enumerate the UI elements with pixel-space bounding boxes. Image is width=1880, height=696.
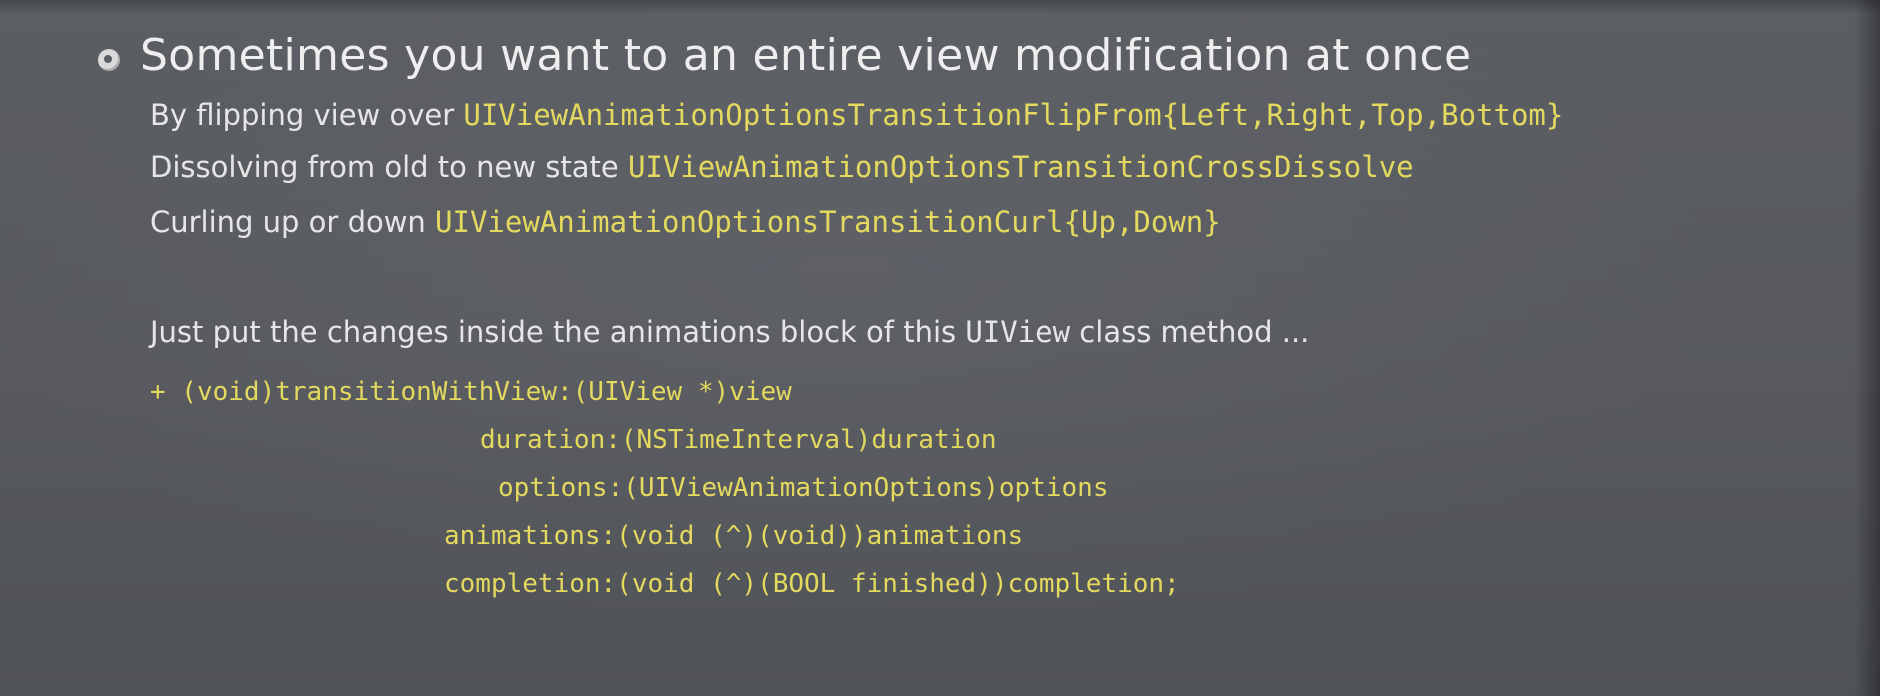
transition-dissolve-line: Dissolving from old to new state UIViewA… xyxy=(150,150,1414,184)
line-text: By flipping view over xyxy=(150,98,464,132)
line-text: Curling up or down xyxy=(150,205,436,239)
code-snippet: UIViewAnimationOptionsTransitionFlipFrom… xyxy=(463,98,1564,132)
instruction-class-name: UIView xyxy=(965,315,1071,349)
line-text: Dissolving from old to new state xyxy=(150,150,628,184)
instruction-text-before: Just put the changes inside the animatio… xyxy=(150,315,966,349)
method-signature-line: animations:(void (^)(void))animations xyxy=(444,521,1024,551)
method-signature-line: + (void)transitionWithView:(UIView *)vie… xyxy=(150,377,792,407)
instruction-text-after: class method ... xyxy=(1070,315,1310,349)
code-snippet: UIViewAnimationOptionsTransitionCurl{Up,… xyxy=(435,205,1221,239)
method-signature-line: duration:(NSTimeInterval)duration xyxy=(480,425,997,455)
method-signature-line: completion:(void (^)(BOOL finished))comp… xyxy=(444,569,1180,599)
code-snippet: UIViewAnimationOptionsTransitionCrossDis… xyxy=(627,150,1414,184)
bullet-circle-icon xyxy=(98,48,120,71)
heading-row: Sometimes you want to an entire view mod… xyxy=(98,30,1471,81)
transition-curl-line: Curling up or down UIViewAnimationOption… xyxy=(150,205,1221,239)
slide-heading: Sometimes you want to an entire view mod… xyxy=(140,30,1472,81)
transition-flip-line: By flipping view over UIViewAnimationOpt… xyxy=(150,98,1563,132)
slide: Sometimes you want to an entire view mod… xyxy=(0,0,1880,696)
instruction-line: Just put the changes inside the animatio… xyxy=(150,315,1309,349)
method-signature-line: options:(UIViewAnimationOptions)options xyxy=(498,473,1109,503)
